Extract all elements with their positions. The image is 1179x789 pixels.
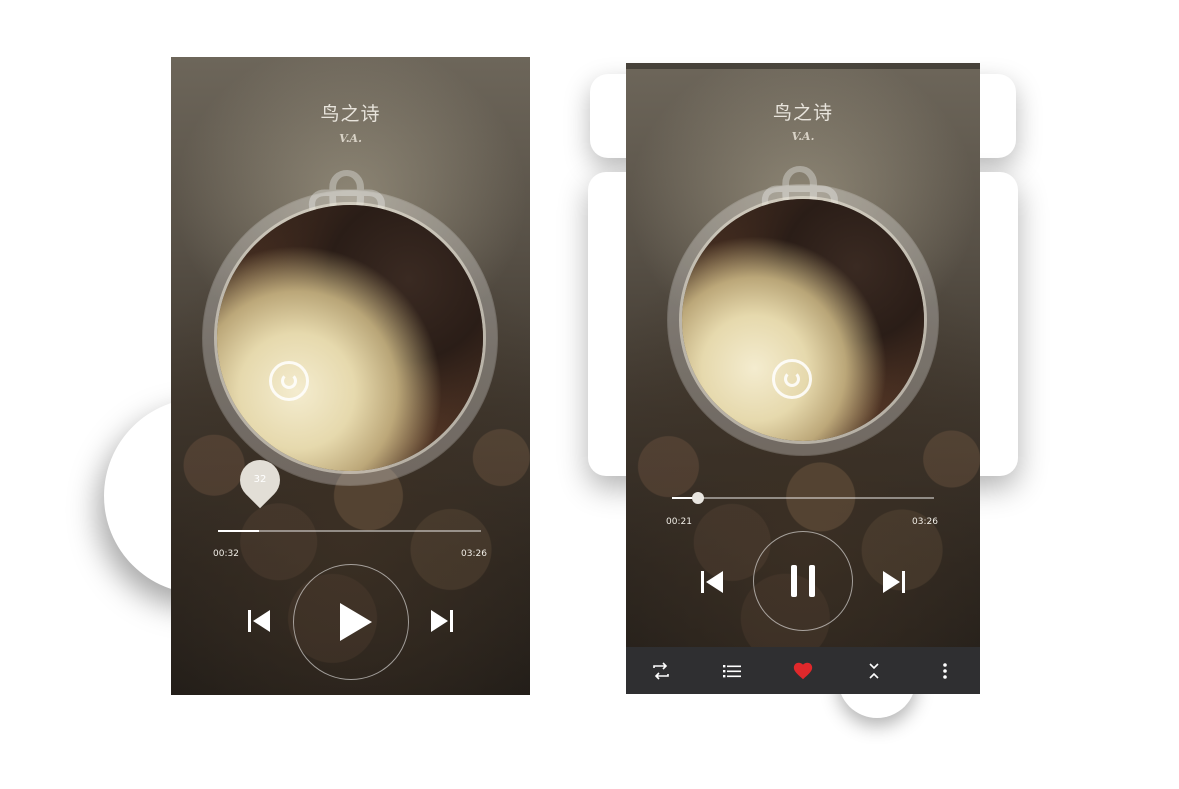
total-time: 03:26	[461, 549, 487, 559]
next-button[interactable]	[427, 606, 457, 636]
bottom-toolbar	[626, 647, 980, 694]
progress-bar[interactable]	[218, 530, 481, 532]
pause-button[interactable]	[753, 531, 853, 631]
repeat-icon	[653, 661, 670, 680]
play-button[interactable]	[293, 564, 409, 680]
elapsed-time: 00:32	[213, 549, 239, 559]
collapse-button[interactable]	[854, 651, 894, 691]
next-icon	[431, 610, 453, 632]
playlist-icon	[723, 664, 742, 677]
previous-button[interactable]	[244, 606, 274, 636]
album-art-disc[interactable]	[217, 205, 483, 471]
playlist-button[interactable]	[712, 651, 752, 691]
song-title: 鸟之诗	[320, 103, 381, 125]
more-icon	[942, 662, 947, 679]
next-icon	[883, 571, 905, 593]
favorite-button[interactable]	[783, 651, 823, 691]
progress-bar[interactable]	[672, 497, 934, 499]
elapsed-time: 00:21	[666, 517, 692, 527]
song-title: 鸟之诗	[772, 102, 833, 124]
album-art-disc[interactable]	[682, 199, 924, 441]
previous-icon	[248, 610, 270, 632]
total-time: 03:26	[912, 517, 938, 527]
volume-value: 32	[253, 474, 267, 485]
previous-button[interactable]	[697, 567, 727, 597]
player-screen-right: 鸟之诗 V.A. ക 00:21 03:26	[626, 63, 980, 694]
previous-icon	[701, 571, 723, 593]
heart-icon	[793, 662, 813, 679]
progress-fill	[218, 530, 259, 532]
more-options-button[interactable]	[925, 651, 965, 691]
player-screen-left: 鸟之诗 V.A. ക 32 00:32 03:26	[171, 57, 530, 695]
album-logo-icon	[269, 361, 309, 401]
next-button[interactable]	[879, 567, 909, 597]
collapse-icon	[869, 662, 879, 679]
album-logo-icon	[772, 359, 812, 399]
pause-icon	[791, 565, 815, 597]
repeat-button[interactable]	[641, 651, 681, 691]
play-icon	[340, 603, 372, 641]
